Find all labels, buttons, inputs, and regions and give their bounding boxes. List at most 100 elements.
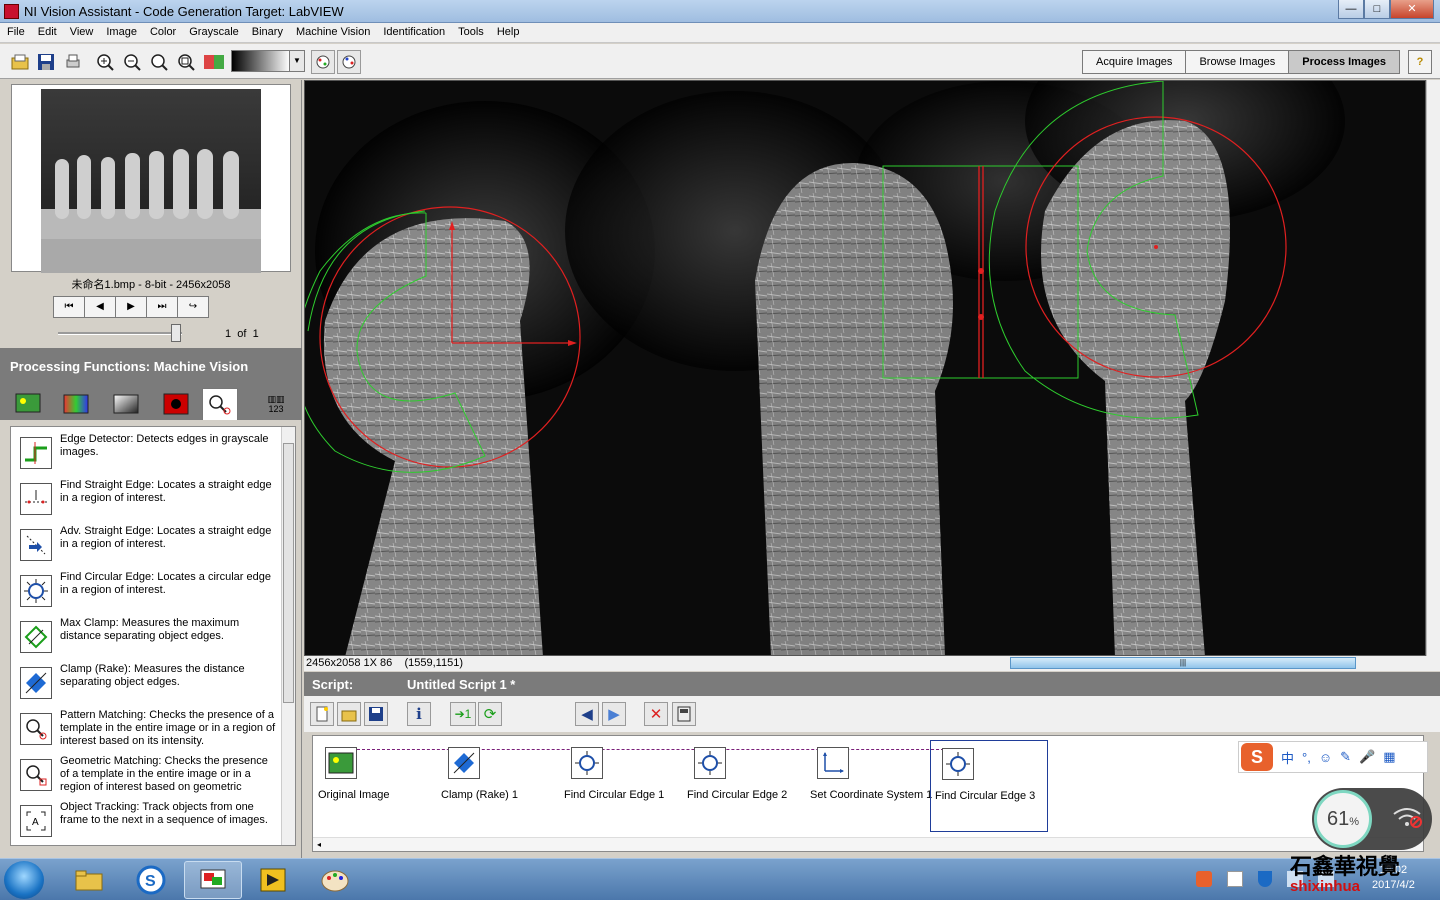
ime-toolbar: S 中 °, ☺ ✎ 🎤 ▦ (1238, 741, 1428, 773)
flag-tray-icon[interactable] (1227, 871, 1244, 887)
minimize-button[interactable]: — (1338, 0, 1364, 19)
script-toolbar: i ➔1 ⟳ ◀ ▶ ✕ (304, 696, 1440, 732)
usage-unit: % (1349, 816, 1360, 828)
labview-icon[interactable] (244, 861, 302, 899)
performance-meter-icon[interactable] (672, 702, 696, 726)
sogou-tray-icon[interactable] (1196, 871, 1212, 887)
delete-step-icon[interactable]: ✕ (644, 702, 668, 726)
maximize-button[interactable]: □ (1364, 0, 1390, 19)
image-icon[interactable] (10, 388, 46, 420)
vision-assistant-task-icon[interactable] (184, 861, 242, 899)
menu-tools[interactable]: Tools (451, 23, 490, 38)
menu-help[interactable]: Help (490, 23, 526, 38)
function-adv-straight-edge[interactable]: Adv. Straight Edge: Locates a straight e… (11, 525, 281, 571)
menu-image[interactable]: Image (99, 23, 143, 38)
shield-tray-icon[interactable] (1258, 871, 1273, 887)
function-find-circular-edge[interactable]: Find Circular Edge: Locates a circular e… (11, 571, 281, 617)
binary-icon[interactable] (158, 388, 194, 420)
menu-binary[interactable]: Binary (245, 23, 289, 38)
ime-voice-icon[interactable]: 🎤 (1359, 749, 1375, 765)
paint-icon[interactable] (306, 861, 364, 899)
prev-image-button[interactable]: ◀ (84, 296, 116, 318)
ime-punctuation-icon[interactable]: °, (1302, 750, 1311, 765)
function-object-tracking[interactable]: A Object Tracking: Track objects from on… (11, 801, 281, 845)
identification-icon[interactable]: ▥▥ 123 (258, 388, 294, 420)
acquire-settings-icon[interactable] (311, 50, 335, 74)
list-item-label: Pattern Matching: Checks the presence of… (60, 709, 276, 747)
run-once-icon[interactable]: ➔1 (450, 702, 476, 726)
run-continuous-icon[interactable]: ⟳ (478, 702, 502, 726)
last-image-button[interactable]: ⏭ (146, 296, 178, 318)
grayscale-icon[interactable] (108, 388, 144, 420)
save-script-icon[interactable] (364, 702, 388, 726)
first-image-button[interactable]: ⏮ (53, 296, 85, 318)
image-horizontal-scroll-thumb[interactable]: ||| (1010, 657, 1356, 669)
info-icon[interactable]: i (407, 702, 431, 726)
ime-emoji-icon[interactable]: ☺ (1319, 750, 1332, 765)
help-button[interactable]: ? (1408, 50, 1432, 74)
menu-machine-vision[interactable]: Machine Vision (289, 23, 376, 38)
zoom-1to1-icon[interactable] (147, 50, 171, 74)
menu-grayscale[interactable]: Grayscale (182, 23, 245, 38)
menu-edit[interactable]: Edit (31, 23, 63, 38)
svg-text:S: S (145, 873, 156, 890)
sogou-logo-icon[interactable]: S (1241, 743, 1273, 771)
script-step-clamp-rake-1[interactable]: Clamp (Rake) 1 (437, 740, 555, 832)
image-slider-handle[interactable] (171, 324, 181, 342)
function-find-straight-edge[interactable]: Find Straight Edge: Locates a straight e… (11, 479, 281, 525)
script-step-set-coordinate-system-1[interactable]: Set Coordinate System 1 (806, 740, 932, 832)
open-script-icon[interactable] (337, 702, 361, 726)
open-image-icon[interactable] (8, 50, 32, 74)
image-slider-track[interactable] (58, 332, 182, 335)
scrollbar-thumb[interactable] (283, 443, 294, 703)
palette-settings-icon[interactable] (337, 50, 361, 74)
image-vertical-scrollbar[interactable] (1426, 80, 1440, 656)
network-speed-widget[interactable]: 61% (1312, 788, 1432, 850)
script-step-find-circular-edge-2[interactable]: Find Circular Edge 2 (683, 740, 801, 832)
function-max-clamp[interactable]: Max Clamp: Measures the maximum distance… (11, 617, 281, 663)
function-list-scrollbar[interactable] (281, 427, 295, 845)
script-step-find-circular-edge-1[interactable]: Find Circular Edge 1 (560, 740, 678, 832)
step-forward-icon[interactable]: ▶ (602, 702, 626, 726)
script-horizontal-scrollbar[interactable]: ◂ (313, 837, 1423, 851)
script-step-original-image[interactable]: Original Image (314, 740, 432, 832)
machine-vision-icon[interactable] (202, 388, 238, 420)
color-icon[interactable] (58, 388, 94, 420)
image-palette-icon[interactable] (202, 50, 226, 74)
print-icon[interactable] (61, 50, 85, 74)
tab-browse-images[interactable]: Browse Images (1185, 50, 1290, 74)
close-button[interactable]: ✕ (1390, 0, 1434, 19)
tab-acquire-images[interactable]: Acquire Images (1082, 50, 1187, 74)
ime-toolbox-icon[interactable]: ▦ (1383, 749, 1395, 765)
file-explorer-icon[interactable] (60, 861, 118, 899)
zoom-fit-icon[interactable] (174, 50, 198, 74)
scroll-left-icon[interactable]: ◂ (317, 840, 321, 849)
new-script-icon[interactable] (310, 702, 334, 726)
zoom-in-icon[interactable] (93, 50, 117, 74)
menu-file[interactable]: File (0, 23, 31, 38)
thumbnail-image[interactable] (41, 89, 261, 273)
palette-dropdown[interactable]: ▼ (231, 50, 305, 72)
step-back-icon[interactable]: ◀ (575, 702, 599, 726)
start-button[interactable] (4, 861, 44, 899)
function-geometric-matching[interactable]: Geometric Matching: Checks the presence … (11, 755, 281, 801)
ime-handwrite-icon[interactable]: ✎ (1340, 749, 1351, 765)
find-circular-edge-icon (20, 575, 52, 607)
save-image-icon[interactable] (34, 50, 58, 74)
sogou-browser-icon[interactable]: S (122, 861, 180, 899)
menu-view[interactable]: View (63, 23, 100, 38)
menu-identification[interactable]: Identification (376, 23, 451, 38)
menu-color[interactable]: Color (143, 23, 182, 38)
function-edge-detector[interactable]: Edge Detector: Detects edges in grayscal… (11, 433, 281, 479)
tab-process-images[interactable]: Process Images (1288, 50, 1401, 74)
function-pattern-matching[interactable]: Pattern Matching: Checks the presence of… (11, 709, 281, 755)
ime-chinese-mode-icon[interactable]: 中 (1281, 748, 1294, 767)
script-step-find-circular-edge-3[interactable]: Find Circular Edge 3 (930, 740, 1048, 832)
next-image-button[interactable]: ▶ (115, 296, 147, 318)
return-button[interactable]: ↪ (177, 296, 209, 318)
function-clamp-rake[interactable]: Clamp (Rake): Measures the distance sepa… (11, 663, 281, 709)
image-display[interactable] (304, 80, 1426, 656)
total-pages: 1 (252, 328, 259, 340)
menu-bar: File Edit View Image Color Grayscale Binary Mac… (0, 23, 1440, 43)
zoom-out-icon[interactable] (120, 50, 144, 74)
